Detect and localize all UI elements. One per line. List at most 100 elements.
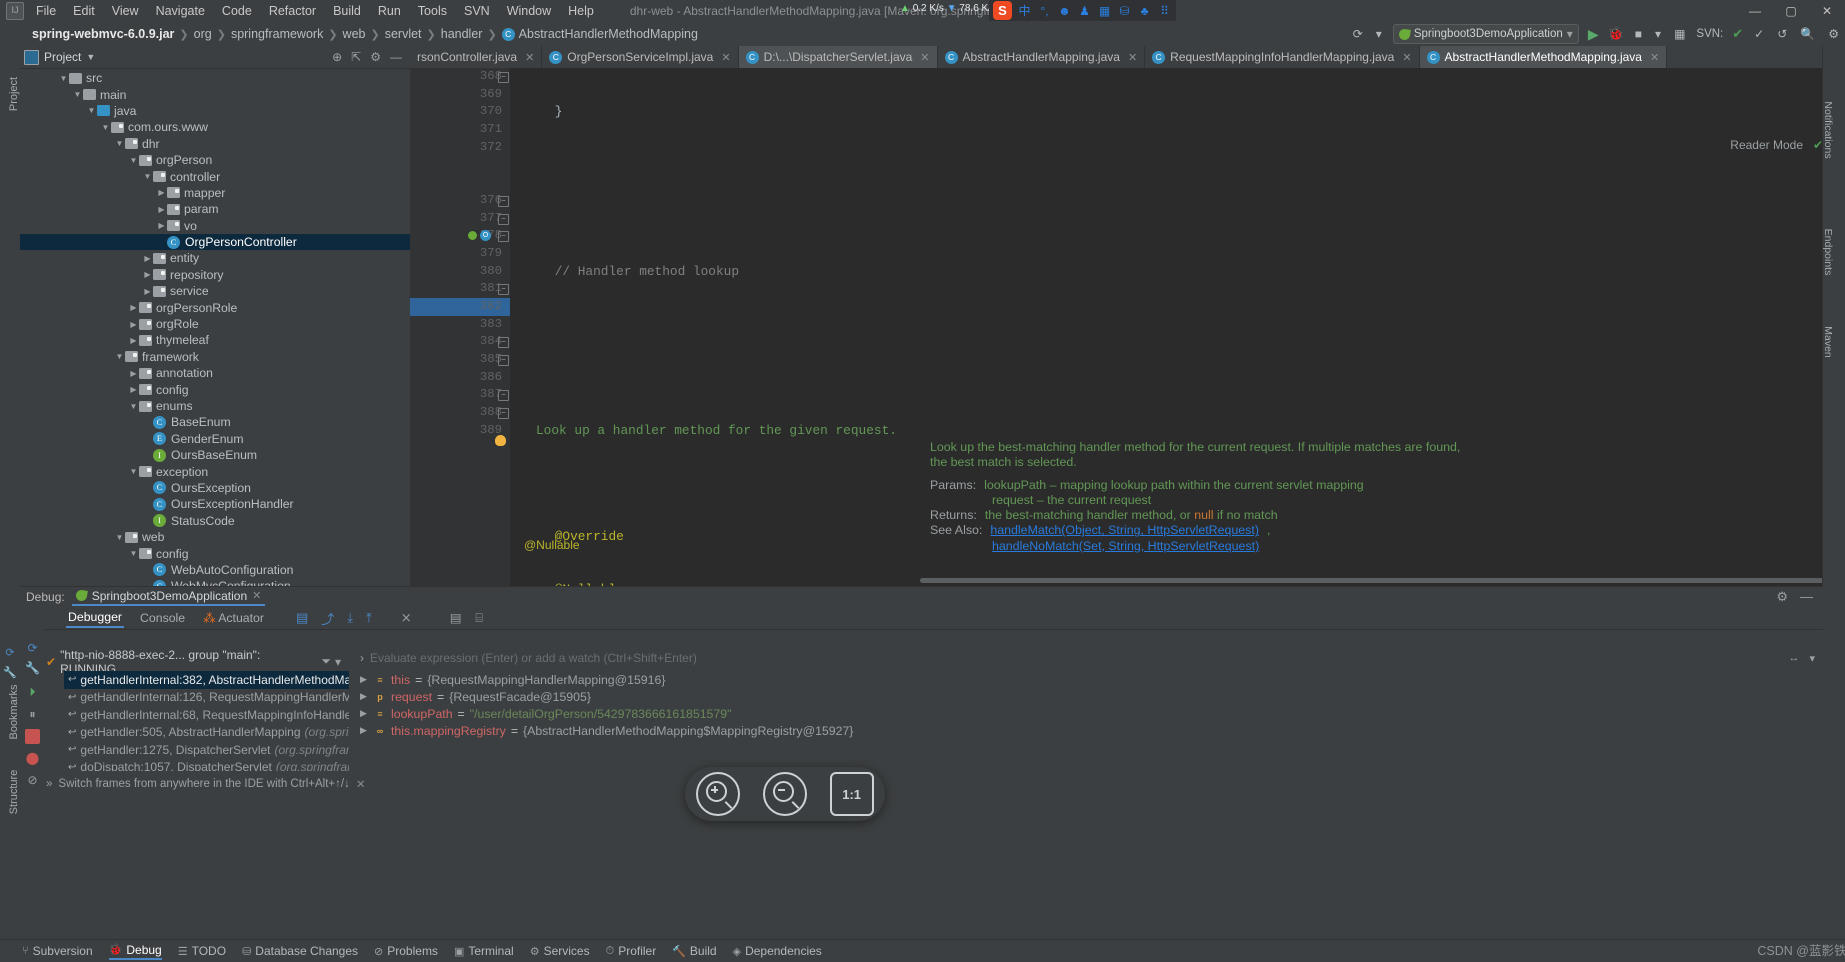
chevron-down-icon[interactable]: ▼	[72, 90, 83, 99]
tree-node-webmvcconfiguration[interactable]: CWebMvcConfiguration	[20, 578, 410, 586]
zoom-out-button[interactable]	[762, 772, 807, 816]
code-editor[interactable]: 368−369370371372376−377−378−O379380381−3…	[410, 68, 1845, 614]
close-icon[interactable]: ✕	[721, 51, 730, 64]
fold-marker-icon[interactable]: −	[498, 390, 509, 402]
menu-view[interactable]: View	[104, 2, 147, 20]
fold-marker-icon[interactable]: −	[498, 231, 509, 243]
debug-session-tab[interactable]: Springboot3DemoApplication ✕	[71, 589, 266, 606]
tab-actuator[interactable]: ⁂ Actuator	[201, 609, 266, 627]
tree-node-repository[interactable]: ▶ repository	[20, 267, 410, 283]
javadoc-see-link-1[interactable]: handleMatch(Object, String, HttpServletR…	[990, 523, 1259, 538]
status-problems[interactable]: ⊘ Problems	[374, 944, 438, 958]
resume-icon[interactable]: ⏵	[25, 685, 40, 700]
tree-node-oursbaseenum[interactable]: I OursBaseEnum	[20, 447, 410, 463]
tab-orgpersonserviceimpl[interactable]: C OrgPersonServiceImpl.java ✕	[542, 46, 739, 68]
tree-node-orgpersonrole[interactable]: ▶ orgPersonRole	[20, 299, 410, 315]
step-into-icon[interactable]: ⤓	[347, 610, 353, 626]
expand-icon[interactable]: ›	[360, 651, 364, 665]
stack-frame[interactable]: ↩ getHandlerInternal:68, RequestMappingIn…	[64, 706, 349, 724]
close-icon[interactable]: ✕	[356, 777, 366, 791]
gutter-row[interactable]	[410, 493, 510, 511]
menu-svn[interactable]: SVN	[456, 2, 498, 20]
tree-node-mapper[interactable]: ▶ mapper	[20, 185, 410, 201]
ime-toolbox-icon[interactable]: ⠿	[1157, 4, 1172, 18]
ime-punctuation-icon[interactable]: °,	[1037, 4, 1052, 18]
gutter-row[interactable]: 385−	[410, 351, 510, 369]
editor-horizontal-scrollbar[interactable]	[920, 578, 1845, 583]
menu-refactor[interactable]: Refactor	[261, 2, 324, 20]
zoom-reset-button[interactable]: 1:1	[829, 772, 874, 816]
watch-actions[interactable]: ↔ ▾	[1788, 652, 1815, 665]
tree-node-config[interactable]: ▶ config	[20, 381, 410, 397]
chevron-right-icon[interactable]: ▶	[128, 303, 139, 312]
ime-voice-icon[interactable]: ♟	[1077, 4, 1092, 18]
ime-emoji-icon[interactable]: ☻	[1057, 4, 1072, 18]
breadcrumb-item-handler[interactable]: handler	[441, 27, 483, 41]
close-icon[interactable]: ✕	[252, 589, 261, 602]
tree-node-baseenum[interactable]: C BaseEnum	[20, 414, 410, 430]
chevron-down-icon[interactable]: ▼	[128, 156, 139, 165]
tree-node-orgperson[interactable]: ▼ orgPerson	[20, 152, 410, 168]
reader-mode-label[interactable]: Reader Mode	[1730, 138, 1803, 152]
tree-node-web[interactable]: ▼ web	[20, 529, 410, 545]
chevron-right-icon[interactable]: ▶	[142, 254, 153, 263]
tree-node-enums[interactable]: ▼ enums	[20, 398, 410, 414]
gutter-row[interactable]	[410, 528, 510, 546]
stack-frame[interactable]: ↩ getHandlerInternal:126, RequestMappingH…	[64, 689, 349, 707]
tree-node-thymeleaf[interactable]: ▶ thymeleaf	[20, 332, 410, 348]
tool-label-structure[interactable]: Structure	[8, 762, 20, 822]
stack-frame[interactable]: ↩ getHandler:505, AbstractHandlerMapping …	[64, 724, 349, 742]
chevron-right-icon[interactable]: ▶	[156, 221, 167, 230]
fold-marker-icon[interactable]: −	[498, 284, 509, 296]
tree-node-java[interactable]: ▼ java	[20, 103, 410, 119]
tab-requestmappinginfohandlermapping[interactable]: C RequestMappingInfoHandlerMapping.java …	[1145, 46, 1420, 68]
chevron-down-icon[interactable]: ▼	[128, 549, 139, 558]
chevron-right-icon[interactable]: ▶	[360, 708, 369, 719]
gutter-row[interactable]	[410, 439, 510, 457]
debug-button[interactable]: 🐞	[1608, 26, 1624, 42]
stop-icon[interactable]	[25, 729, 40, 744]
breadcrumb-item-springframework[interactable]: springframework	[231, 27, 323, 41]
tool-label-project[interactable]: Project	[8, 64, 20, 124]
gutter-row[interactable]: 369	[410, 86, 510, 104]
run-configuration-selector[interactable]: Springboot3DemoApplication ▾	[1392, 24, 1579, 44]
tree-node-config[interactable]: ▼ config	[20, 545, 410, 561]
fold-marker-icon[interactable]: −	[498, 337, 509, 349]
tool-label-notifications[interactable]: Notifications	[1822, 95, 1834, 165]
sogou-logo-icon[interactable]: S	[993, 1, 1012, 20]
zoom-in-button[interactable]	[696, 772, 741, 816]
debug-window-actions[interactable]: ⚙ —	[1776, 589, 1817, 605]
breadcrumb-item-jar[interactable]: spring-webmvc-6.0.9.jar	[32, 27, 174, 41]
gutter-row[interactable]: 388−	[410, 404, 510, 422]
tree-node-framework[interactable]: ▼ framework	[20, 349, 410, 365]
editor-gutter[interactable]: 368−369370371372376−377−378−O379380381−3…	[410, 68, 510, 614]
rerun-icon[interactable]: ⟳	[25, 641, 40, 656]
debug-tabs[interactable]: Debugger Console ⁂ Actuator ▤ ⤴ ⤓ ⤒ ⨯ ▤ …	[20, 607, 1823, 630]
tree-node-genderenum[interactable]: E GenderEnum	[20, 431, 410, 447]
close-icon[interactable]: ✕	[920, 51, 929, 64]
pause-icon[interactable]: ⏸	[25, 707, 40, 722]
gutter-row[interactable]: 386	[410, 369, 510, 387]
gutter-row[interactable]: 368−	[410, 68, 510, 86]
gutter-row[interactable]: 379	[410, 245, 510, 263]
stop-button[interactable]: ■	[1633, 27, 1644, 41]
gutter-row[interactable]: 372	[410, 139, 510, 157]
status-profiler[interactable]: ⏱ Profiler	[606, 944, 657, 958]
gear-icon[interactable]: ⚙	[1826, 27, 1841, 41]
minimize-button[interactable]: —	[1737, 0, 1773, 22]
gutter-row[interactable]	[410, 475, 510, 493]
menu-window[interactable]: Window	[499, 2, 559, 20]
tree-node-orgrole[interactable]: ▶ orgRole	[20, 316, 410, 332]
tree-node-dhr[interactable]: ▼ dhr	[20, 136, 410, 152]
breadcrumb-item-servlet[interactable]: servlet	[385, 27, 422, 41]
debug-toolbar[interactable]: ▤ ⤴ ⤓ ⤒ ⨯	[296, 609, 412, 628]
chevron-right-icon[interactable]: ▶	[128, 336, 139, 345]
right-tool-strip[interactable]: Notifications Endpoints Maven	[1822, 46, 1845, 792]
tree-node-orgpersoncontroller[interactable]: C OrgPersonController	[20, 233, 410, 251]
tree-node-oursexception[interactable]: C OursException	[20, 480, 410, 496]
breadcrumb-item-class[interactable]: AbstractHandlerMethodMapping	[519, 27, 698, 41]
gutter-row[interactable]	[410, 156, 510, 174]
tab-orgpersoncontroller[interactable]: rsonController.java ✕	[410, 46, 543, 68]
menu-build[interactable]: Build	[325, 2, 369, 20]
chevron-right-icon[interactable]: ▶	[156, 205, 167, 214]
